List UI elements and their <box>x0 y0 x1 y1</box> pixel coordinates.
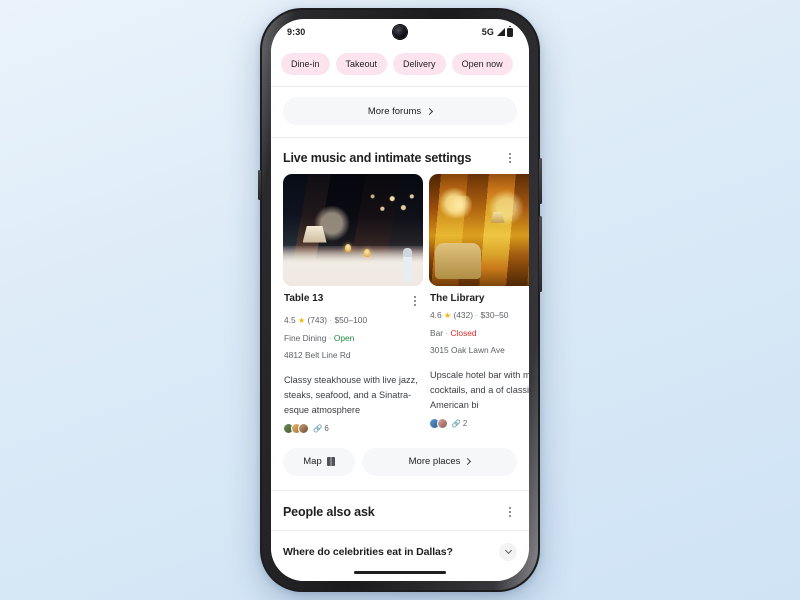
place-rating: 4.5 <box>284 315 296 325</box>
status-bar: 9:30 5G <box>271 19 529 45</box>
front-camera-punch-hole <box>393 25 407 39</box>
place-status-badge: Open <box>333 332 355 343</box>
people-also-ask-header: People also ask <box>271 491 529 530</box>
phone-device-frame: 9:30 5G Dine-in Takeout Delivery Open no… <box>258 8 542 592</box>
meta-separator: · <box>445 327 449 338</box>
left-side-button[interactable] <box>258 170 261 200</box>
place-price-range: $50–100 <box>334 315 368 325</box>
place-name: The Library <box>430 293 485 304</box>
place-description: Upscale hotel bar with music, cocktails,… <box>430 369 529 410</box>
map-button-label: Map <box>303 456 322 468</box>
place-sources-row[interactable]: 🔗 6 <box>283 418 423 434</box>
source-avatars <box>429 417 448 429</box>
places-section-header: Live music and intimate settings <box>271 138 529 174</box>
meta-separator: · <box>475 310 479 320</box>
more-places-button[interactable]: More places <box>362 447 517 476</box>
candle-shape <box>364 248 371 257</box>
source-count-value: 6 <box>324 423 329 433</box>
bottle-shape <box>402 247 412 282</box>
place-rating-row: 4.6 ★ (432) · $30–50 <box>430 309 529 322</box>
filter-chip-delivery[interactable]: Delivery <box>393 53 446 75</box>
place-status-badge: Closed <box>450 327 477 338</box>
place-info-the-library: The Library 4.6 ★ (432) · $30–50 Bar · C… <box>429 286 529 356</box>
place-price-range: $30–50 <box>480 310 509 320</box>
battery-icon <box>507 26 513 37</box>
avatar <box>436 417 448 429</box>
place-address: 3015 Oak Lawn Ave <box>430 344 505 355</box>
source-count: 🔗 2 <box>452 419 468 428</box>
people-also-ask-question-text: Where do celebrities eat in Dallas? <box>283 545 453 558</box>
place-sources-row[interactable]: 🔗 2 <box>429 413 529 429</box>
star-icon: ★ <box>443 311 452 320</box>
place-category-row: Fine Dining · Open <box>284 332 422 344</box>
chevron-right-icon <box>426 107 434 115</box>
map-icon <box>326 457 335 467</box>
people-also-ask-kebab-menu-icon[interactable] <box>503 504 517 520</box>
people-also-ask-title: People also ask <box>283 504 375 519</box>
place-category: Bar <box>430 327 444 338</box>
chandelier-shape <box>445 196 472 219</box>
place-category: Fine Dining <box>284 332 327 343</box>
place-info-table-13: Table 13 4.5 ★ (743) · $50–100 Fine Dini… <box>283 286 423 361</box>
signal-bars-icon <box>496 28 505 36</box>
filter-chip-open-now[interactable]: Open now <box>451 53 513 75</box>
expand-question-button[interactable] <box>499 542 517 561</box>
link-icon: 🔗 <box>451 418 461 428</box>
place-review-count: (432) <box>453 310 474 320</box>
chevron-right-icon <box>464 458 472 466</box>
place-card-table-13[interactable]: Table 13 4.5 ★ (743) · $50–100 Fine Dini… <box>283 174 423 434</box>
place-card-kebab-menu-icon[interactable] <box>408 293 422 309</box>
place-description: Classy steakhouse with live jazz, steaks… <box>284 374 418 415</box>
place-photo-table-13[interactable] <box>283 174 423 286</box>
phone-screen: 9:30 5G Dine-in Takeout Delivery Open no… <box>271 19 529 581</box>
chevron-down-icon <box>504 547 512 555</box>
place-cards-carousel[interactable]: Table 13 4.5 ★ (743) · $50–100 Fine Dini… <box>271 174 529 434</box>
status-bar-time: 9:30 <box>287 27 306 37</box>
filter-chips-row: Dine-in Takeout Delivery Open now <box>271 45 529 87</box>
home-indicator[interactable] <box>354 570 446 574</box>
page-content: Dine-in Takeout Delivery Open now More f… <box>271 45 529 581</box>
place-photo-the-library[interactable] <box>429 174 529 286</box>
place-card-the-library[interactable]: The Library 4.6 ★ (432) · $30–50 Bar · C… <box>429 174 529 434</box>
meta-separator: · <box>328 332 332 343</box>
source-count-value: 2 <box>462 418 468 428</box>
meta-separator: · <box>329 315 333 325</box>
network-type-label: 5G <box>481 27 494 37</box>
forums-section: More forums <box>271 87 529 138</box>
link-icon: 🔗 <box>313 423 323 433</box>
place-category-row: Bar · Closed <box>430 327 529 339</box>
place-name: Table 13 <box>284 293 324 304</box>
source-avatars <box>283 422 309 434</box>
table-lamp-shape <box>490 212 505 224</box>
more-forums-button[interactable]: More forums <box>283 97 517 125</box>
place-address: 4812 Belt Line Rd <box>284 349 351 360</box>
place-rating: 4.6 <box>430 310 442 320</box>
place-review-count: (743) <box>307 315 328 325</box>
star-icon: ★ <box>297 316 306 325</box>
filter-chip-dine-in[interactable]: Dine-in <box>281 53 330 75</box>
places-actions-row: Map More places <box>271 434 529 491</box>
filter-chip-takeout[interactable]: Takeout <box>335 53 388 75</box>
people-also-ask-question-row[interactable]: Where do celebrities eat in Dallas? <box>271 529 529 575</box>
volume-button[interactable] <box>539 216 542 292</box>
map-button[interactable]: Map <box>283 447 355 476</box>
place-rating-row: 4.5 ★ (743) · $50–100 <box>284 314 422 327</box>
candle-shape <box>344 244 351 253</box>
places-section-title: Live music and intimate settings <box>283 151 472 165</box>
avatar <box>298 422 309 434</box>
places-section-kebab-menu-icon[interactable] <box>503 150 517 166</box>
status-bar-indicators: 5G <box>481 26 513 37</box>
table-lamp-shape <box>302 225 327 243</box>
booth-seat-shape <box>434 243 481 280</box>
more-places-label: More places <box>408 456 461 468</box>
more-forums-label: More forums <box>367 105 422 117</box>
source-count: 🔗 6 <box>313 424 329 433</box>
power-button[interactable] <box>539 158 542 204</box>
